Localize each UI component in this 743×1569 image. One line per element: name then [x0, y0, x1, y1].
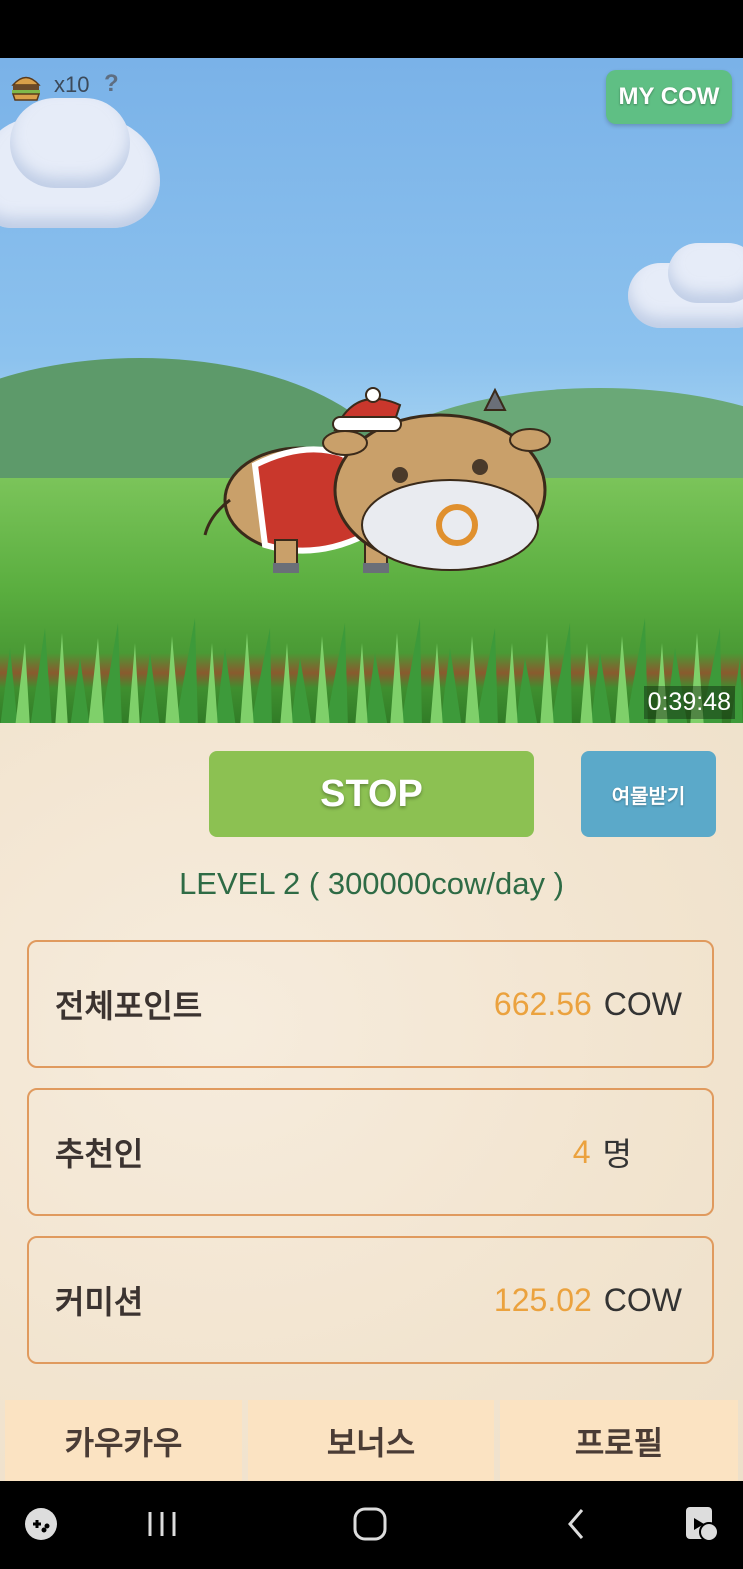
total-points-value-group: 662.56 COW: [494, 942, 682, 1066]
commission-label: 커미션: [55, 1283, 144, 1321]
tab-bonus[interactable]: 보너스: [248, 1400, 494, 1481]
recent-apps-icon[interactable]: [145, 1504, 179, 1544]
game-scene[interactable]: [0, 58, 743, 723]
cow-character[interactable]: [195, 385, 565, 595]
referrals-unit: 명: [602, 1136, 632, 1172]
tab-profile[interactable]: 프로필: [500, 1400, 738, 1481]
receive-feed-button[interactable]: 여물받기: [581, 751, 716, 837]
total-points-value: 662.56: [493, 985, 592, 1022]
burger-icon: [11, 76, 41, 101]
referrals-value-group: 4 명: [573, 1090, 632, 1214]
help-icon[interactable]: ?: [104, 70, 119, 98]
status-bar: [0, 0, 743, 58]
commission-box: 커미션 125.02 COW: [27, 1236, 714, 1364]
level-text: LEVEL 2 ( 300000cow/day ): [179, 866, 564, 901]
bottom-tab-bar: 카우카우 보너스 프로필: [0, 1400, 743, 1481]
commission-value: 125.02: [493, 1281, 592, 1318]
back-icon[interactable]: [562, 1504, 592, 1544]
total-points-box: 전체포인트 662.56 COW: [27, 940, 714, 1068]
cloud-left-top: [10, 98, 130, 188]
commission-unit: COW: [603, 1281, 682, 1318]
grass-blades: [0, 618, 743, 723]
stop-button[interactable]: STOP: [209, 751, 534, 837]
tab-cowcow[interactable]: 카우카우: [5, 1400, 242, 1481]
referrals-box: 추천인 4 명: [27, 1088, 714, 1216]
total-points-unit: COW: [603, 985, 682, 1022]
referrals-label: 추천인: [55, 1135, 144, 1173]
commission-value-group: 125.02 COW: [494, 1238, 682, 1362]
screenshot-icon[interactable]: [682, 1504, 722, 1544]
game-launcher-icon[interactable]: [22, 1504, 60, 1544]
referrals-value: 4: [572, 1133, 591, 1170]
cloud-right-top: [668, 243, 743, 303]
my-cow-button[interactable]: MY COW: [606, 70, 732, 124]
burger-count: x10: [54, 72, 90, 97]
timer: 0:39:48: [643, 686, 735, 719]
home-icon[interactable]: [350, 1504, 390, 1544]
total-points-label: 전체포인트: [55, 987, 203, 1025]
